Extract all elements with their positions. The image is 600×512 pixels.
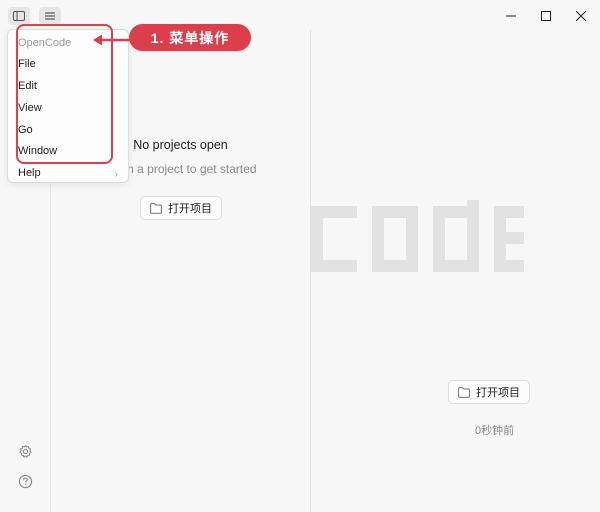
annotation-arrow-icon [93, 34, 130, 46]
annotation-label: 1. 菜单操作 [129, 24, 251, 51]
open-project-button[interactable]: 打开项目 [140, 196, 222, 220]
help-button[interactable] [16, 472, 34, 490]
menu-button[interactable] [39, 7, 61, 25]
help-circle-icon [18, 474, 32, 488]
maximize-button[interactable] [535, 6, 557, 26]
menu-item-edit[interactable]: Edit [18, 78, 37, 94]
sidebar-toggle-icon [13, 11, 25, 21]
main-area: code 打开项目 0秒钟前 [311, 30, 600, 512]
wordmark-text: code [311, 200, 314, 201]
menu-item-go[interactable]: Go [18, 122, 33, 138]
minimize-icon [506, 15, 516, 17]
menu-item-window[interactable]: Window [18, 143, 57, 159]
gear-icon [18, 444, 32, 458]
menu-item-opencode[interactable]: OpenCode [18, 35, 71, 51]
sidebar-toggle-button[interactable] [8, 7, 30, 25]
menu-item-view[interactable]: View [18, 100, 42, 116]
maximize-icon [541, 11, 551, 21]
settings-button[interactable] [16, 442, 34, 460]
menu-item-file[interactable]: File [18, 56, 36, 72]
menu-item-help[interactable]: Help [18, 165, 41, 181]
minimize-button[interactable] [500, 6, 522, 26]
hamburger-menu-icon [45, 12, 55, 20]
open-project-label-secondary: 打开项目 [476, 387, 520, 399]
close-icon [576, 11, 586, 21]
folder-icon [150, 202, 162, 214]
last-opened-time: 0秒钟前 [475, 425, 515, 437]
open-project-label: 打开项目 [168, 203, 212, 215]
app-window: No projects open Open a project to get s… [0, 0, 600, 512]
open-project-button-secondary[interactable]: 打开项目 [448, 380, 530, 404]
app-menu-popup: OpenCode File Edit View Go Window Help › [7, 29, 129, 183]
close-button[interactable] [570, 6, 592, 26]
wordmark-logo: code [311, 200, 524, 272]
title-bar [0, 0, 600, 30]
chevron-right-icon: › [114, 169, 118, 180]
folder-icon [458, 386, 470, 398]
